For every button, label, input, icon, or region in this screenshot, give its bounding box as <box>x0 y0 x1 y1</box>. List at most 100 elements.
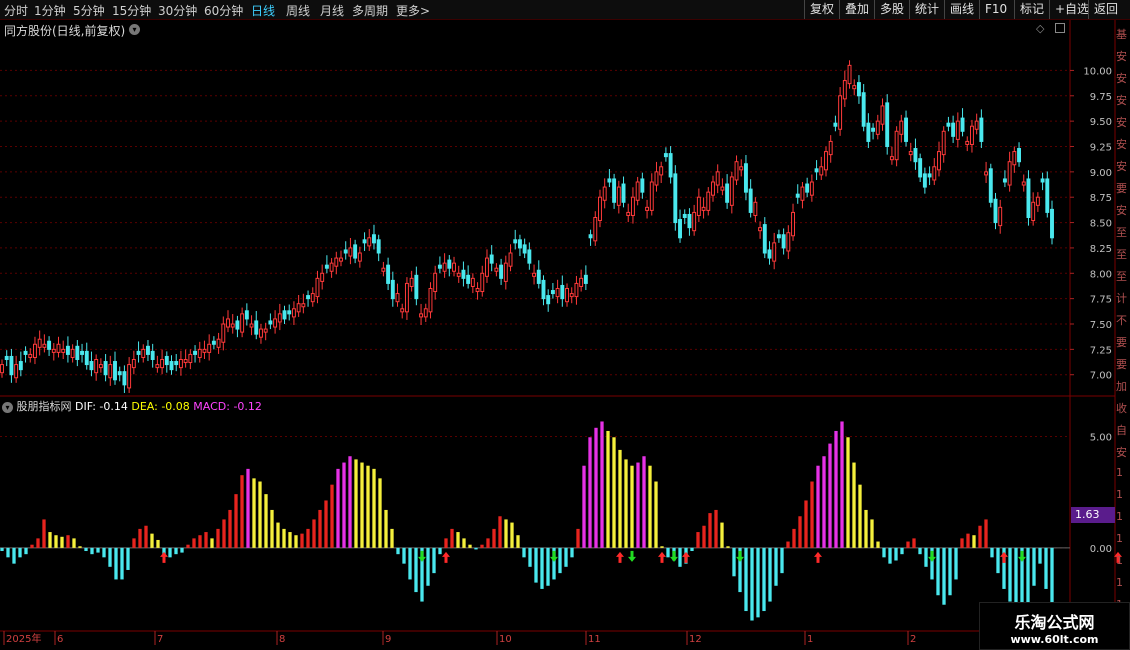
macd-bar <box>540 547 544 589</box>
candle <box>235 315 240 338</box>
candle-body <box>838 95 843 130</box>
buy-arrow-icon <box>814 551 822 563</box>
macd-bar <box>510 522 514 548</box>
candle <box>263 322 268 341</box>
candle <box>75 340 80 367</box>
current-value-tag: 1.63 <box>1071 507 1115 523</box>
macd-bar <box>450 528 454 548</box>
candle <box>814 160 819 180</box>
window-toggle-icon[interactable] <box>1055 23 1065 33</box>
macd-bar <box>882 547 886 558</box>
candle <box>400 303 405 319</box>
macd-bar <box>306 528 310 548</box>
candle-body <box>517 239 522 249</box>
candle <box>828 135 833 163</box>
macd-bar <box>990 547 994 558</box>
macd-bar <box>132 538 136 548</box>
date-tick-label: 8 <box>279 634 285 645</box>
candle <box>324 255 329 274</box>
candle-body <box>404 282 409 313</box>
candle-body <box>343 249 348 254</box>
candle <box>259 324 263 344</box>
candle-body <box>1026 178 1031 218</box>
macd-bar <box>444 538 448 548</box>
candle <box>47 336 52 356</box>
macd-bar <box>324 500 328 548</box>
candle-body <box>555 288 560 298</box>
side-panel-char: 1 <box>1116 510 1123 523</box>
price-tick-label: 8.75 <box>1090 193 1112 204</box>
candle-body <box>230 323 235 328</box>
macd-bar <box>588 437 592 548</box>
candle-body <box>51 348 56 353</box>
macd-bar <box>186 544 190 548</box>
macd-bar <box>636 462 640 548</box>
candle-body <box>1017 148 1021 163</box>
candle-body <box>499 264 504 279</box>
macd-bar <box>180 547 184 553</box>
macd-bar <box>438 547 442 555</box>
candle-body <box>828 140 833 156</box>
macd-bar <box>114 547 118 580</box>
chevron-down-icon[interactable]: ▾ <box>2 401 13 413</box>
candle <box>89 351 94 377</box>
candle-body <box>856 82 861 97</box>
candle <box>522 238 527 259</box>
macd-bar <box>732 547 736 577</box>
candle-body <box>485 257 489 277</box>
macd-bar <box>258 481 262 548</box>
macd-bar <box>426 547 430 586</box>
macd-bar <box>480 544 484 548</box>
macd-bar <box>210 538 214 548</box>
candle-body <box>273 318 278 328</box>
sell-arrow-icon <box>1018 550 1026 562</box>
candle-body <box>668 153 673 178</box>
macd-bar <box>48 532 52 548</box>
candle-body <box>762 224 767 254</box>
candle-body <box>654 171 659 186</box>
candle <box>574 275 579 305</box>
candle <box>127 357 132 393</box>
candle-body <box>70 348 75 358</box>
candle-body <box>310 293 315 303</box>
candle <box>433 265 438 300</box>
macd-bar <box>126 547 130 570</box>
chevron-down-icon[interactable]: ▾ <box>129 24 140 35</box>
price-tick-label: 10.00 <box>1083 66 1112 77</box>
candle <box>588 229 593 246</box>
candle <box>711 175 715 202</box>
candle <box>98 358 103 373</box>
candle-body <box>527 249 532 264</box>
macd-bar <box>810 481 814 548</box>
candle-body <box>65 345 70 355</box>
macd-bar <box>492 528 496 548</box>
macd-bar <box>918 547 922 555</box>
macd-bar <box>90 547 94 555</box>
diamond-icon[interactable]: ◇ <box>1036 22 1044 35</box>
candle-body <box>875 120 880 135</box>
candle <box>164 351 169 373</box>
candle <box>419 303 424 326</box>
kline-macd-chart[interactable]: 7.00 7.25 7.50 7.75 8.00 8.25 8.50 8.75 9.00 9.25… <box>0 0 1130 650</box>
macd-bar <box>384 509 388 548</box>
candle <box>310 287 315 307</box>
macd-bar <box>852 462 856 548</box>
candle-body <box>720 186 725 191</box>
macd-value: MACD: -0.12 <box>193 400 262 413</box>
candle-body <box>941 130 946 156</box>
candle-body <box>14 364 19 379</box>
candle <box>141 344 146 363</box>
macd-bar <box>354 459 358 548</box>
macd-bar <box>96 547 100 553</box>
candle <box>729 171 734 214</box>
macd-bar <box>390 528 394 548</box>
candle-body <box>885 102 890 147</box>
candle-body <box>174 361 179 366</box>
candle-body <box>1035 196 1040 206</box>
candle <box>969 119 974 153</box>
macd-bar <box>294 535 298 548</box>
candle <box>56 336 61 358</box>
date-tick-label: 12 <box>689 634 702 645</box>
candle <box>494 263 499 277</box>
candle <box>277 303 282 331</box>
